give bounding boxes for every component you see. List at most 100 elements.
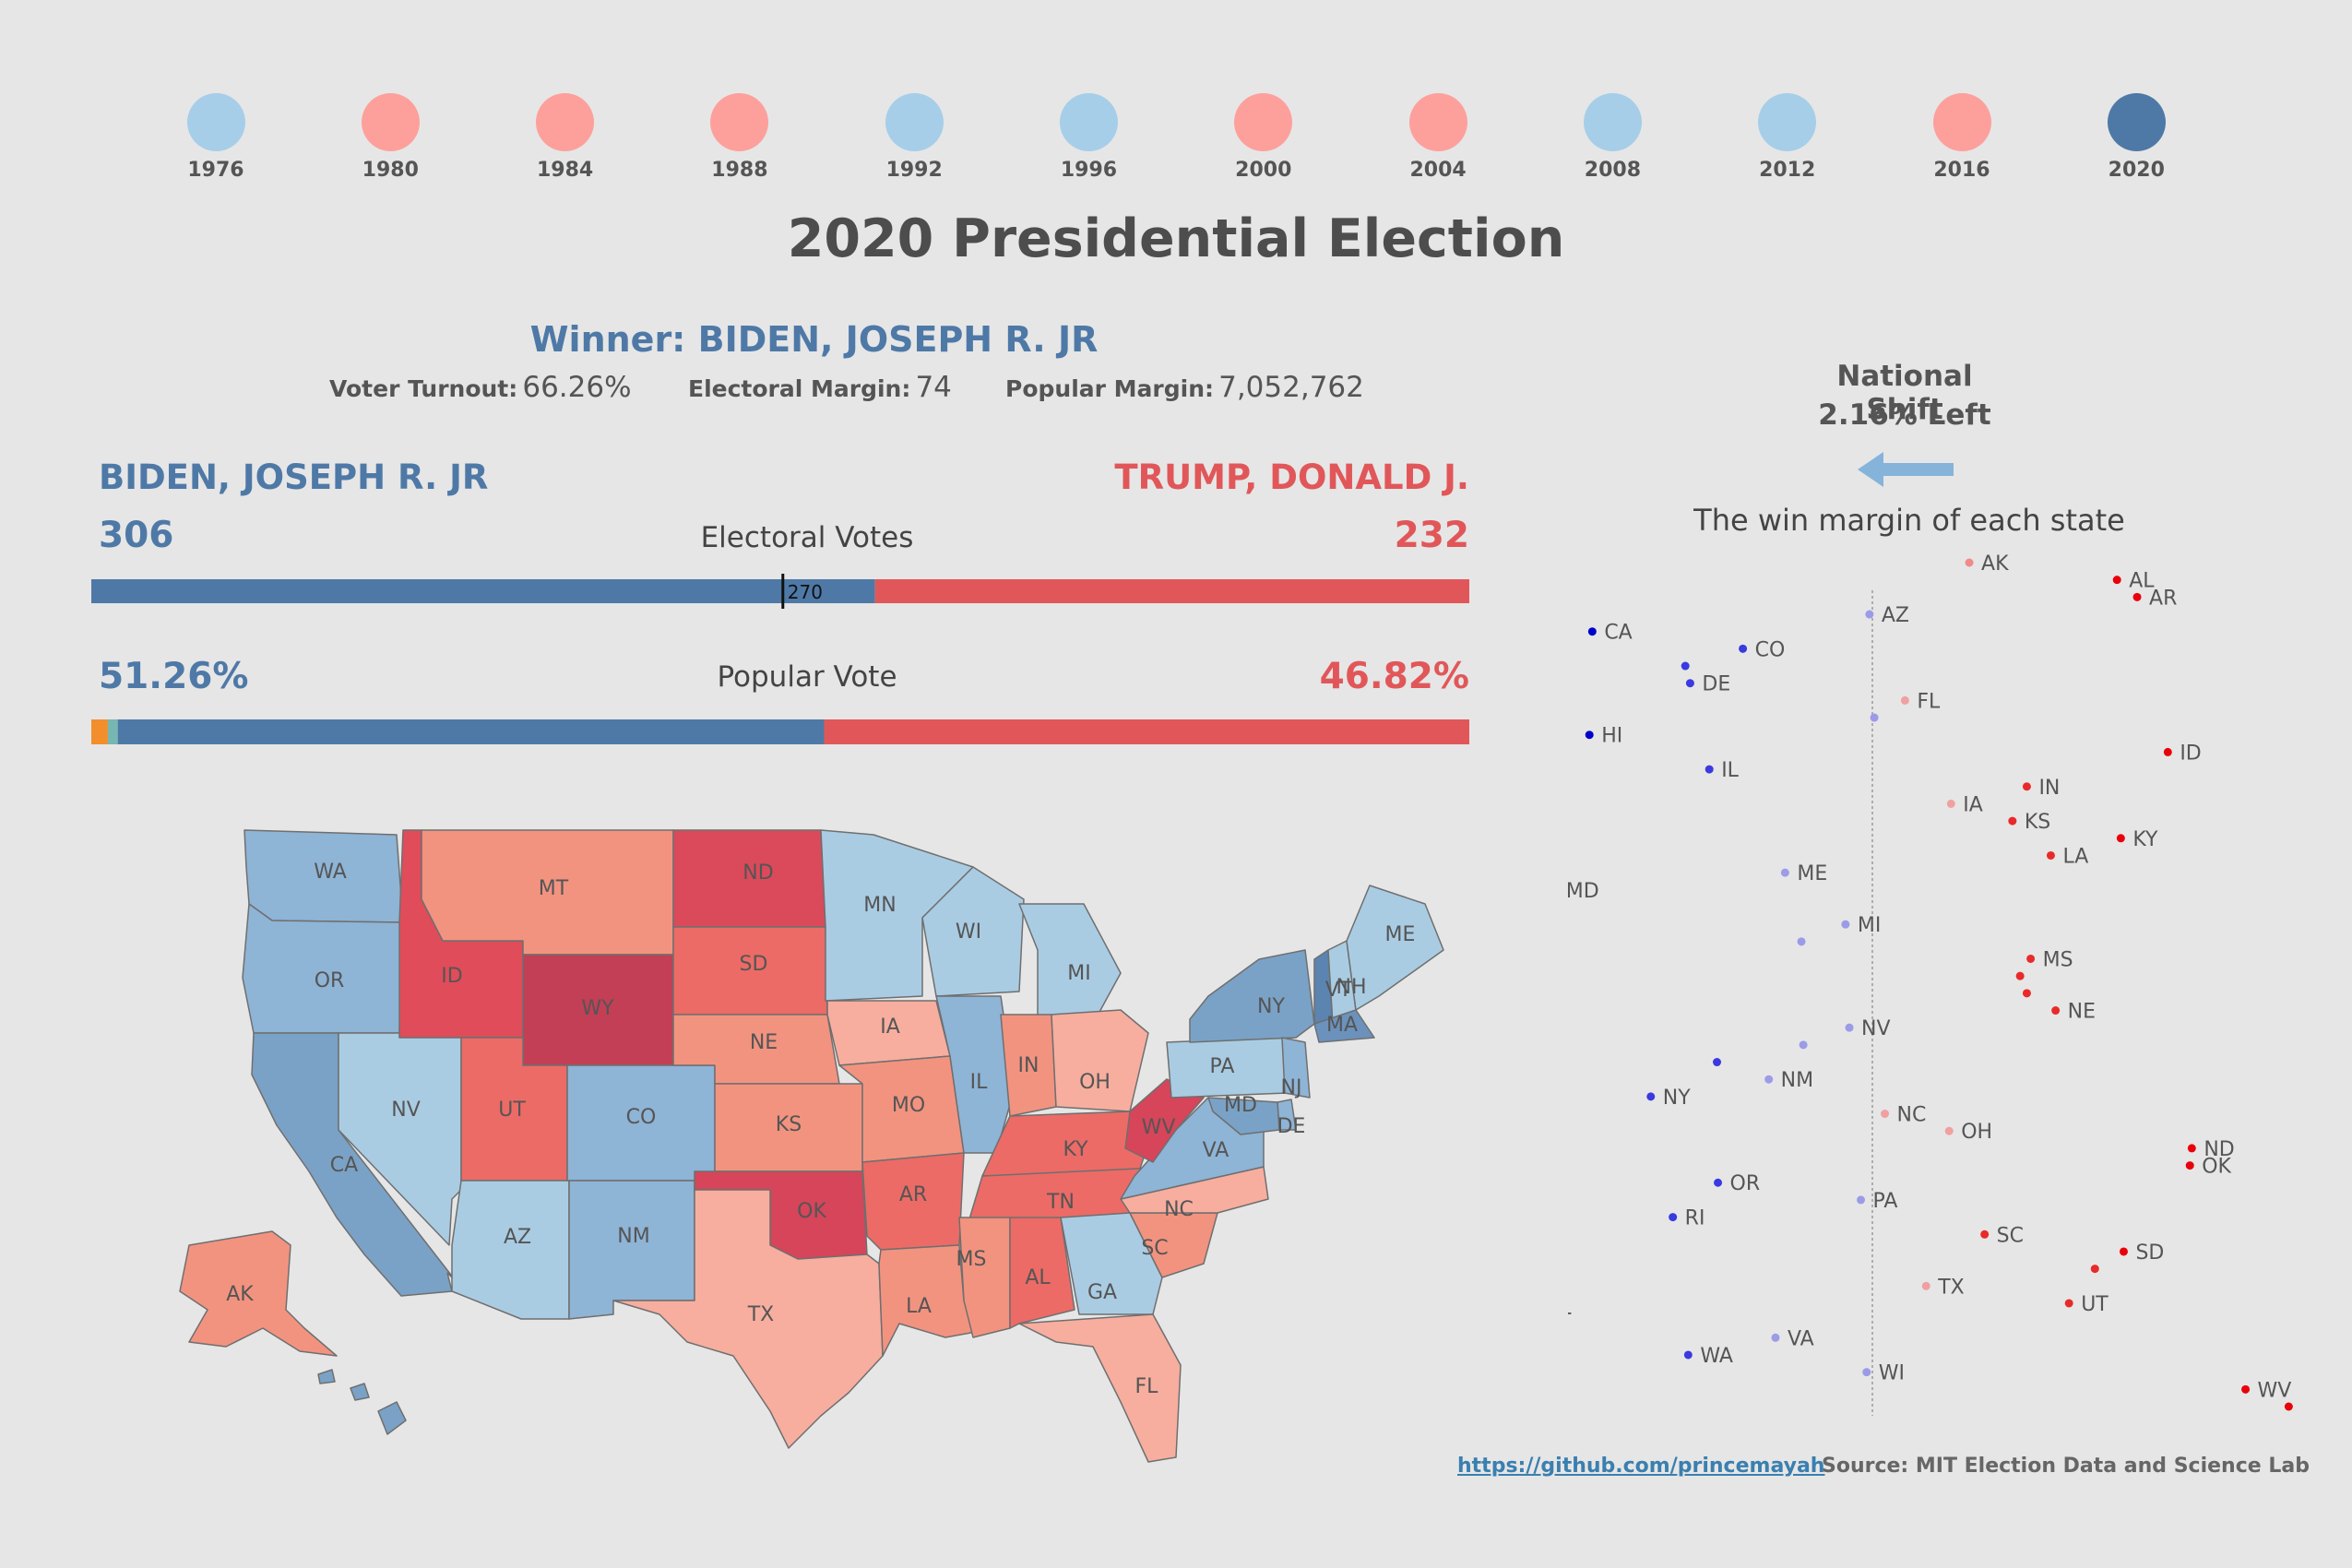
year-1976[interactable]: 1976 [160, 93, 271, 182]
year-dot[interactable] [2107, 93, 2166, 151]
state-point[interactable] [1870, 713, 1879, 722]
state-label: IA [880, 1016, 900, 1039]
state-point[interactable] [2022, 782, 2031, 791]
state-point[interactable] [1980, 1229, 1990, 1239]
state-point[interactable] [1881, 1110, 1890, 1119]
state-point[interactable] [1669, 1213, 1678, 1222]
state-point[interactable] [1799, 1040, 1808, 1050]
state-point[interactable] [1646, 1092, 1656, 1101]
year-dot[interactable] [1583, 93, 1642, 151]
state-hi[interactable] [317, 1369, 407, 1435]
state-label: NV [391, 1099, 421, 1122]
state-point[interactable] [2112, 576, 2121, 585]
state-point[interactable] [2090, 1265, 2099, 1274]
year-dot[interactable] [1408, 93, 1467, 151]
popular-bar-other-1 [91, 719, 108, 744]
point-label: AK [1981, 552, 2009, 576]
state-point[interactable] [1921, 1281, 1930, 1290]
state-label: VA [1203, 1139, 1229, 1162]
page-title: 2020 Presidential Election [787, 208, 1565, 269]
winner-label: Winner: BIDEN, JOSEPH R. JR [529, 319, 1099, 360]
year-dot[interactable] [710, 93, 769, 151]
year-1988[interactable]: 1988 [684, 93, 795, 182]
point-label: WV [2258, 1379, 2292, 1402]
state-label: DE [1277, 1115, 1306, 1138]
state-point[interactable] [1841, 920, 1850, 929]
state-point[interactable] [1845, 1023, 1854, 1032]
year-1996[interactable]: 1996 [1034, 93, 1145, 182]
year-2020[interactable]: 2020 [2081, 93, 2192, 182]
state-nm[interactable] [568, 1180, 695, 1320]
state-point[interactable] [1714, 1178, 1723, 1187]
state-ny[interactable] [1189, 949, 1315, 1043]
year-dot[interactable] [361, 93, 420, 151]
state-point[interactable] [2008, 816, 2017, 826]
state-label: OR [315, 969, 345, 992]
state-point[interactable] [2284, 1402, 2293, 1411]
state-or[interactable] [242, 903, 404, 1034]
state-point[interactable] [1857, 1195, 1866, 1205]
scatter-title: The win margin of each state [1693, 503, 2125, 538]
state-point[interactable] [2119, 1247, 2128, 1256]
state-point[interactable] [2015, 971, 2025, 980]
year-dot[interactable] [1758, 93, 1817, 151]
state-point[interactable] [2022, 989, 2031, 998]
source-note: Source: MIT Election Data and Science La… [1822, 1455, 2310, 1478]
state-point[interactable] [2163, 747, 2172, 756]
state-point[interactable] [1900, 695, 1909, 705]
year-dot[interactable] [1234, 93, 1293, 151]
state-label: PA [1210, 1055, 1235, 1078]
year-2012[interactable]: 2012 [1732, 93, 1843, 182]
year-2016[interactable]: 2016 [1907, 93, 2017, 182]
point-label: SD [2135, 1241, 2164, 1265]
state-oh[interactable] [1051, 1009, 1149, 1112]
year-label: 1976 [187, 159, 244, 182]
state-point[interactable] [1587, 627, 1597, 636]
state-label: MS [956, 1248, 987, 1271]
year-dot[interactable] [885, 93, 944, 151]
state-point[interactable] [1685, 679, 1694, 688]
year-2004[interactable]: 2004 [1383, 93, 1493, 182]
state-point[interactable] [2046, 850, 2055, 860]
state-az[interactable] [451, 1180, 570, 1320]
state-point[interactable] [1865, 610, 1874, 619]
year-label: 2008 [1584, 159, 1641, 182]
state-label: NH [1336, 976, 1367, 999]
state-point[interactable] [1739, 644, 1748, 653]
state-point[interactable] [2051, 1006, 2061, 1016]
year-dot[interactable] [1932, 93, 1991, 151]
year-2000[interactable]: 2000 [1208, 93, 1319, 182]
state-point[interactable] [2064, 1299, 2073, 1308]
state-point[interactable] [1965, 558, 1974, 567]
state-point[interactable] [1946, 799, 1955, 808]
state-point[interactable] [1681, 661, 1690, 671]
github-link[interactable]: https://github.com/princemayah [1457, 1455, 1824, 1478]
state-point[interactable] [2187, 1144, 2196, 1153]
state-point[interactable] [2132, 592, 2142, 601]
state-point[interactable] [2241, 1384, 2251, 1394]
year-dot[interactable] [1060, 93, 1118, 151]
state-point[interactable] [1944, 1126, 1954, 1135]
state-point[interactable] [2116, 834, 2125, 843]
state-point[interactable] [1862, 1368, 1871, 1377]
state-point[interactable] [2026, 954, 2036, 963]
state-label: ND [742, 861, 773, 885]
state-point[interactable] [1764, 1075, 1774, 1084]
state-point[interactable] [1771, 1333, 1780, 1342]
state-point[interactable] [2185, 1161, 2194, 1170]
year-1992[interactable]: 1992 [859, 93, 969, 182]
year-1980[interactable]: 1980 [335, 93, 445, 182]
year-dot[interactable] [536, 93, 595, 151]
state-point[interactable] [1797, 937, 1806, 946]
year-dot[interactable] [186, 93, 245, 151]
state-label: AR [899, 1183, 927, 1206]
state-point[interactable] [1780, 868, 1789, 877]
state-point[interactable] [1713, 1058, 1722, 1067]
state-ak[interactable] [179, 1230, 338, 1357]
state-point[interactable] [1683, 1350, 1693, 1360]
state-point[interactable] [1705, 765, 1714, 774]
year-1984[interactable]: 1984 [510, 93, 621, 182]
year-2008[interactable]: 2008 [1557, 93, 1668, 182]
state-point[interactable] [1585, 731, 1594, 740]
point-label: CA [1604, 622, 1632, 645]
